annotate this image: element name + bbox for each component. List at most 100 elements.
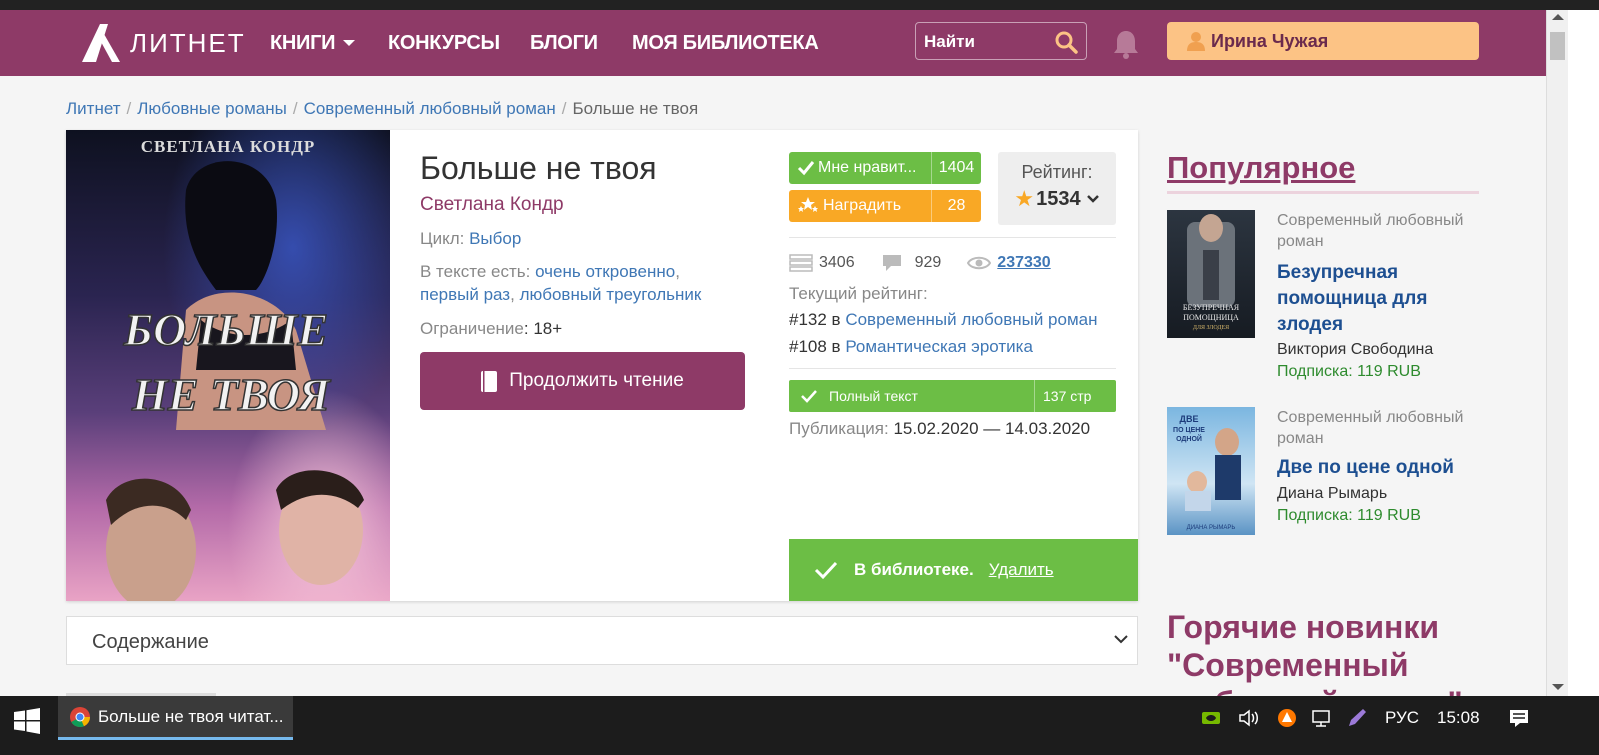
site-header: ЛИТНЕТ КНИГИ КОНКУРСЫ БЛОГИ МОЯ БИБЛИОТЕ… (0, 10, 1546, 76)
tray-clock[interactable]: 15:08 (1437, 696, 1480, 740)
breadcrumb-separator: / (292, 99, 298, 118)
scroll-up-icon[interactable] (1552, 14, 1564, 20)
windows-start-icon[interactable] (14, 708, 40, 734)
cover-title-line1: БОЛЬШЕ (123, 304, 328, 355)
tray-network[interactable] (1310, 696, 1332, 740)
book-tags: В тексте есть: очень откровенно, первый … (420, 262, 702, 304)
subscription-label: Подписка: (1277, 363, 1353, 380)
like-count: 1404 (931, 152, 981, 184)
tray-notifications[interactable] (1508, 696, 1530, 740)
divider (789, 368, 1116, 369)
pub-label: Публикация: (789, 419, 889, 438)
tray-avast[interactable] (1276, 696, 1298, 740)
comments-count: 929 (914, 254, 942, 271)
sidebar-book-cover[interactable]: БЕЗУПРЕЧНАЯ ПОМОЩНИЦА ДЛЯ ЗЛОДЕЯ (1167, 210, 1255, 338)
sidebar-cover-text: ОДНОЙ (1176, 434, 1202, 443)
age-limit-value: 18+ (533, 319, 563, 338)
logo-text: ЛИТНЕТ (130, 27, 246, 58)
popular-title[interactable]: Популярное (1167, 150, 1355, 186)
like-button[interactable]: Мне нравит... 1404 (789, 152, 981, 184)
sidebar-cover-text: ДВЕ (1180, 414, 1199, 424)
taskbar-chrome-window[interactable]: Больше не твоя читат... (58, 696, 293, 740)
tag-link[interactable]: любовный треугольник (520, 285, 702, 304)
rating-value: 1534 (1036, 187, 1081, 210)
nav-contests[interactable]: КОНКУРСЫ (388, 10, 500, 76)
comment-icon (882, 255, 901, 271)
tray-pen[interactable] (1346, 696, 1368, 740)
award-label: Наградить (823, 197, 902, 214)
rank-position: #108 в (789, 337, 841, 356)
book-card: СВЕТЛАНА КОНДР БОЛЬШЕ НЕ ТВОЯ Больше не … (66, 130, 1138, 601)
subscription-price: 119 RUB (1357, 507, 1421, 524)
sidebar-book-author[interactable]: Диана Рымарь (1277, 485, 1387, 503)
age-limit-label: Ограничение (420, 319, 524, 338)
cycle-link[interactable]: Выбор (469, 229, 521, 248)
hot-new-title[interactable]: Горячие новинки "Современный любовный ро… (1167, 608, 1479, 696)
search-input[interactable] (924, 31, 1044, 53)
breadcrumb-item-modern-love[interactable]: Современный любовный роман (304, 99, 556, 118)
nav-blogs-label: БЛОГИ (530, 31, 598, 54)
subscription-price: 119 RUB (1357, 363, 1421, 380)
nav-my-library[interactable]: МОЯ БИБЛИОТЕКА (632, 10, 819, 76)
full-text-badge: Полный текст 137 стр (789, 380, 1116, 412)
notifications-icon (1510, 710, 1528, 727)
breadcrumb-item-love-novels[interactable]: Любовные романы (137, 99, 287, 118)
scroll-down-icon[interactable] (1552, 684, 1564, 690)
site-logo[interactable]: ЛИТНЕТ (82, 24, 246, 62)
rank-genre-link[interactable]: Романтическая эротика (845, 337, 1033, 356)
chevron-down-icon (343, 40, 356, 46)
tray-language[interactable]: РУС (1385, 696, 1419, 740)
bell-icon[interactable] (1112, 29, 1140, 59)
table-of-contents-dropdown[interactable]: Содержание (66, 616, 1138, 665)
book-cover[interactable]: СВЕТЛАНА КОНДР БОЛЬШЕ НЕ ТВОЯ (66, 130, 390, 601)
subscription-label: Подписка: (1277, 507, 1353, 524)
book-stats: 3406 929 237330 (789, 252, 1051, 274)
award-button[interactable]: Наградить 28 (789, 190, 981, 222)
views-count[interactable]: 237330 (997, 254, 1050, 272)
eye-icon (967, 256, 992, 270)
user-menu-button[interactable]: Ирина Чужая (1167, 22, 1479, 60)
scroll-thumb[interactable] (1550, 32, 1565, 60)
sidebar-book-subscription: Подписка: 119 RUB (1277, 363, 1421, 381)
sidebar-cover-author: ДИАНА РЫМАРЬ (1187, 525, 1236, 531)
award-count: 28 (931, 190, 981, 222)
rank-position: #132 в (789, 310, 841, 329)
volume-icon (1239, 709, 1258, 727)
breadcrumb-item-litnet[interactable]: Литнет (66, 99, 121, 118)
sidebar-book-title[interactable]: Две по цене одной (1277, 455, 1477, 481)
book-title: Больше не твоя (420, 150, 657, 186)
book-cover-image: СВЕТЛАНА КОНДР БОЛЬШЕ НЕ ТВОЯ (66, 130, 390, 601)
search-icon[interactable] (1054, 30, 1078, 54)
breadcrumb-separator: / (126, 99, 132, 118)
chevron-down-icon (1114, 635, 1128, 644)
current-rating-label: Текущий рейтинг: (789, 284, 928, 303)
sidebar-cover-text: ПО ЦЕНЕ (1173, 427, 1205, 434)
remove-from-library-link[interactable]: Удалить (989, 560, 1054, 580)
page-scrollbar[interactable] (1546, 10, 1568, 696)
tray-volume[interactable] (1238, 696, 1260, 740)
tag-link[interactable]: очень откровенно (535, 262, 675, 281)
rating-value-row: ★ 1534 (998, 186, 1116, 212)
search-box (915, 22, 1087, 60)
page-count: 137 стр (1034, 380, 1116, 412)
sidebar-book-author[interactable]: Виктория Свободина (1277, 341, 1433, 359)
nav-books[interactable]: КНИГИ (270, 10, 356, 76)
avast-icon (1278, 709, 1296, 727)
sidebar-book-title[interactable]: Безупречная помощница для злодея (1277, 260, 1477, 338)
star-icon: ★ (1014, 186, 1035, 211)
cycle-label: Цикл: (420, 229, 465, 248)
full-text-label: Полный текст (829, 388, 918, 404)
tray-nvidia[interactable] (1200, 696, 1222, 740)
tag-link[interactable]: первый раз (420, 285, 510, 304)
continue-reading-button[interactable]: Продолжить чтение (420, 352, 745, 410)
rank-genre-link[interactable]: Современный любовный роман (845, 310, 1097, 329)
user-icon (1187, 32, 1205, 51)
pen-icon (1349, 709, 1366, 726)
nav-blogs[interactable]: БЛОГИ (530, 10, 598, 76)
book-author[interactable]: Светлана Кондр (420, 194, 564, 216)
window-right-strip (1568, 10, 1599, 696)
sidebar-book-cover[interactable]: ДВЕ ПО ЦЕНЕ ОДНОЙ ДИАНА РЫМАРЬ (1167, 407, 1255, 535)
cover-author: СВЕТЛАНА КОНДР (141, 137, 316, 156)
check-icon (801, 390, 817, 403)
rating-box[interactable]: Рейтинг: ★ 1534 (998, 152, 1116, 225)
